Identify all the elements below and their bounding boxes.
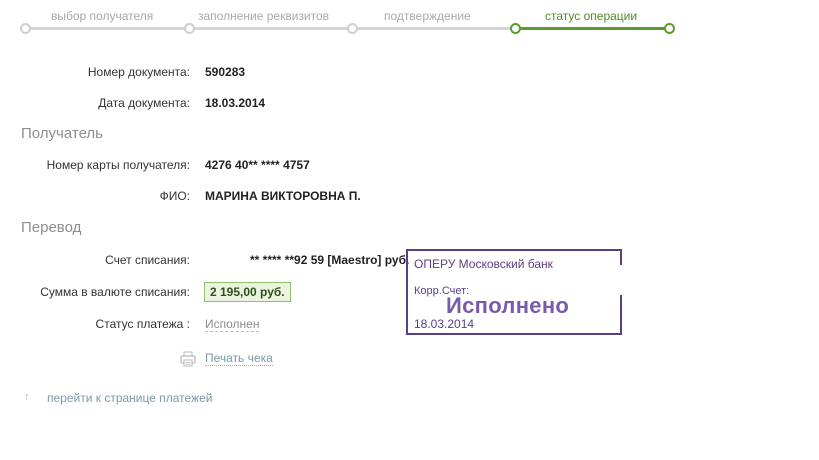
doc-number-row: Номер документа: 590283 bbox=[0, 65, 819, 85]
back-to-payments-label: перейти к странице платежей bbox=[47, 391, 213, 405]
back-to-payments-link[interactable]: ↑ перейти к странице платежей bbox=[24, 391, 244, 405]
step-label-details: заполнение реквизитов bbox=[198, 9, 330, 23]
bank-stamp: ОПЕРУ Московский банк Корр.Счет: Исполне… bbox=[406, 249, 623, 335]
stamp-bank-name: ОПЕРУ Московский банк bbox=[414, 257, 553, 271]
step-dot-status bbox=[510, 23, 521, 34]
card-number-value: 4276 40** **** 4757 bbox=[205, 158, 310, 172]
progress-track bbox=[24, 27, 518, 30]
debit-account-label: Счет списания: bbox=[105, 253, 190, 267]
card-number-row: Номер карты получателя: 4276 40** **** 4… bbox=[0, 158, 819, 178]
step-label-status: статус операции bbox=[545, 9, 638, 23]
transfer-section-title: Перевод bbox=[21, 219, 82, 236]
doc-date-row: Дата документа: 18.03.2014 bbox=[0, 96, 819, 116]
print-receipt-label: Печать чека bbox=[205, 351, 273, 366]
doc-date-label: Дата документа: bbox=[98, 96, 190, 110]
card-number-label: Номер карты получателя: bbox=[46, 158, 190, 172]
step-dot-details bbox=[184, 23, 195, 34]
doc-number-label: Номер документа: bbox=[87, 65, 190, 79]
step-label-confirm: подтверждение bbox=[384, 9, 471, 23]
step-label-recipient: выбор получателя bbox=[51, 9, 154, 23]
stamp-date: 18.03.2014 bbox=[414, 317, 475, 331]
printer-icon bbox=[180, 351, 196, 367]
stamp-status: Исполнено bbox=[446, 293, 570, 318]
progress-track-active bbox=[514, 27, 668, 30]
step-dot-recipient bbox=[20, 23, 31, 34]
recipient-name-row: ФИО: МАРИНА ВИКТОРОВНА П. bbox=[0, 189, 819, 209]
doc-date-value: 18.03.2014 bbox=[205, 96, 266, 110]
arrow-up-icon: ↑ bbox=[24, 391, 30, 403]
debit-account-value: ** **** **92 59 [Maestro] руб. bbox=[250, 253, 410, 267]
doc-number-value: 590283 bbox=[205, 65, 246, 79]
payment-status-label: Статус платежа : bbox=[95, 317, 190, 331]
amount-value: 2 195,00 руб. bbox=[204, 282, 291, 302]
amount-label: Сумма в валюте списания: bbox=[40, 285, 190, 299]
recipient-name-label: ФИО: bbox=[159, 189, 190, 203]
step-dot-confirm bbox=[347, 23, 358, 34]
progress-steps: выбор получателя заполнение реквизитов п… bbox=[0, 0, 819, 40]
recipient-name-value: МАРИНА ВИКТОРОВНА П. bbox=[205, 189, 361, 203]
recipient-section-title: Получатель bbox=[21, 125, 103, 142]
payment-status-link[interactable]: Исполнен bbox=[205, 317, 260, 332]
step-dot-end bbox=[664, 23, 675, 34]
